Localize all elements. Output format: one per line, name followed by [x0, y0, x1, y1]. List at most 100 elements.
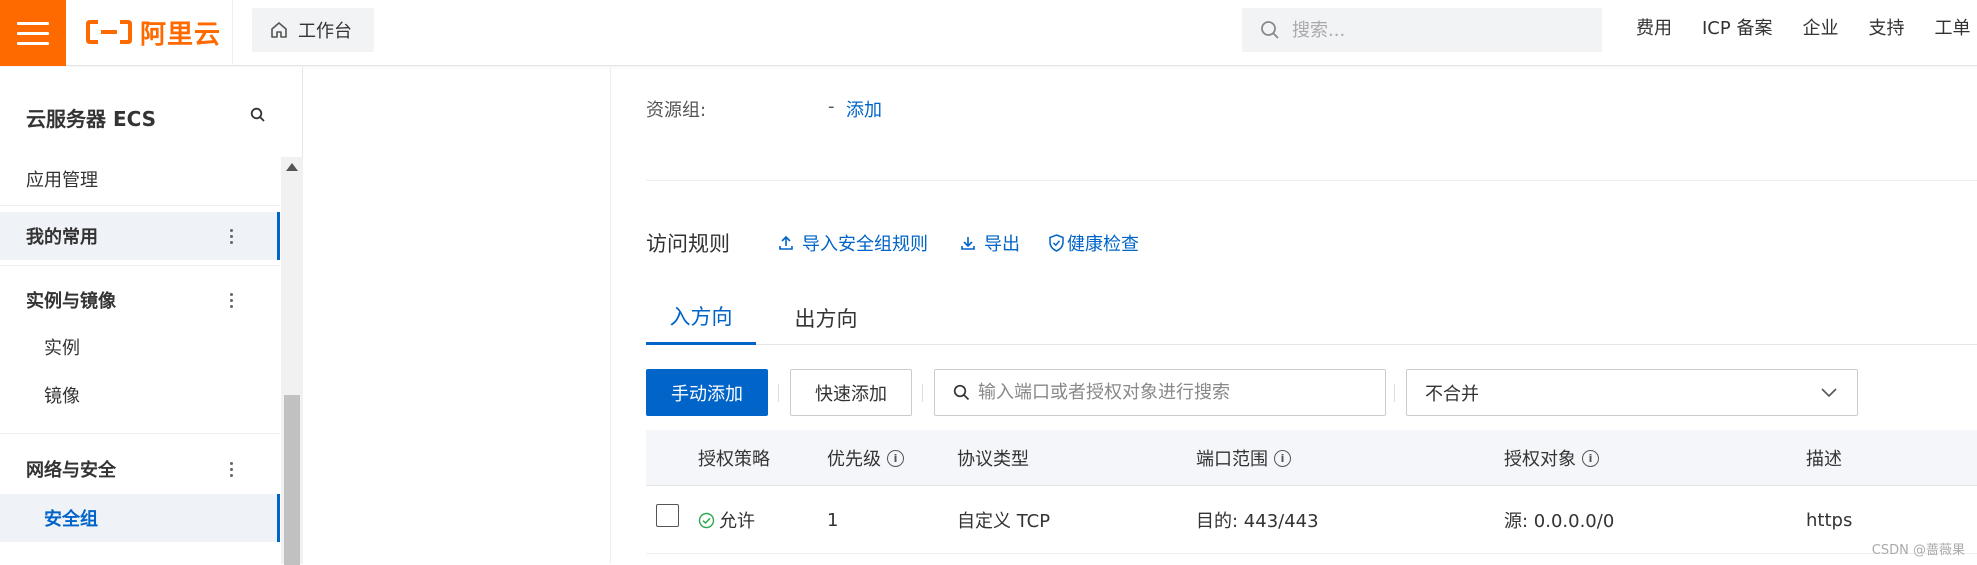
cell-protocol: 自定义 TCP [957, 486, 1050, 554]
nav-support[interactable]: 支持 [1868, 14, 1904, 40]
import-rules-label: 导入安全组规则 [802, 230, 928, 256]
divider [0, 265, 280, 266]
merge-select-value: 不合并 [1425, 380, 1479, 406]
nav-enterprise[interactable]: 企业 [1802, 14, 1838, 40]
nav-icp[interactable]: ICP 备案 [1702, 14, 1772, 40]
sidebar-group-label: 我的常用 [26, 223, 98, 249]
divider [1394, 384, 1395, 402]
divider [0, 205, 280, 206]
sidebar-item-favorites[interactable]: 我的常用 [0, 212, 280, 260]
sidebar-item-app-mgmt[interactable]: 应用管理 [0, 157, 280, 201]
sidebar-item-label: 安全组 [44, 505, 98, 531]
sidebar-item-security-group[interactable]: 安全组 [0, 494, 280, 542]
column-label: 描述 [1806, 445, 1842, 471]
menu-line-icon [17, 22, 49, 25]
rule-search-box[interactable] [934, 369, 1386, 416]
row-checkbox[interactable] [656, 504, 679, 527]
add-resource-group-link[interactable]: 添加 [846, 96, 882, 122]
tab-outbound[interactable]: 出方向 [776, 290, 876, 345]
direction-tabs: 入方向 出方向 [646, 290, 1977, 345]
manual-add-button[interactable]: 手动添加 [646, 369, 768, 416]
sidebar-menu: 应用管理 我的常用 实例与镜像 实例 镜像 网络与安全 安全组 [0, 157, 280, 564]
access-rules-title: 访问规则 [646, 228, 730, 258]
global-search[interactable] [1242, 8, 1602, 52]
column-header-protocol: 协议类型 [957, 430, 1029, 486]
rule-search-input[interactable] [978, 382, 1378, 403]
workbench-button[interactable]: 工作台 [252, 8, 374, 52]
divider [646, 180, 1977, 181]
cell-policy: 允许 [698, 486, 755, 554]
sidebar-scrollbar[interactable] [281, 157, 303, 564]
more-icon[interactable] [230, 229, 234, 244]
sidebar-search-icon[interactable] [250, 107, 266, 123]
cell-description: https [1806, 486, 1852, 554]
top-nav: 费用 ICP 备案 企业 支持 工单 [1636, 14, 1970, 40]
column-label: 授权对象 [1504, 445, 1576, 471]
logo-text: 阿里云 [140, 14, 221, 51]
sidebar: 云服务器 ECS 应用管理 我的常用 实例与镜像 实例 镜像 网络与安全 [0, 67, 303, 564]
column-header-port-range: 端口范围 i [1196, 430, 1291, 486]
sidebar-item-label: 镜像 [44, 382, 80, 408]
hamburger-menu-button[interactable] [0, 0, 66, 66]
export-link[interactable]: 导出 [960, 230, 1020, 256]
policy-value: 允许 [719, 507, 755, 533]
nav-fees[interactable]: 费用 [1636, 14, 1672, 40]
global-search-input[interactable] [1292, 20, 1572, 41]
health-check-label: 健康检查 [1067, 230, 1139, 256]
divider [610, 67, 611, 564]
sidebar-title: 云服务器 ECS [26, 103, 156, 132]
more-icon[interactable] [230, 293, 234, 308]
column-header-policy: 授权策略 [698, 430, 770, 486]
column-header-source: 授权对象 i [1504, 430, 1599, 486]
more-icon[interactable] [230, 462, 234, 477]
menu-line-icon [17, 42, 49, 45]
resource-group-value: - [828, 96, 835, 117]
import-rules-link[interactable]: 导入安全组规则 [778, 230, 928, 256]
check-circle-icon [698, 512, 715, 529]
info-icon[interactable]: i [1582, 450, 1599, 467]
divider [0, 433, 280, 434]
cell-priority: 1 [827, 486, 838, 554]
download-icon [960, 235, 976, 251]
search-icon [1260, 20, 1280, 40]
sidebar-item-images[interactable]: 镜像 [0, 373, 280, 417]
info-icon[interactable]: i [887, 450, 904, 467]
divider [778, 384, 779, 402]
sidebar-group-label: 实例与镜像 [26, 287, 116, 313]
menu-line-icon [17, 32, 49, 35]
upload-icon [778, 235, 794, 251]
health-check-link[interactable]: 健康检查 [1048, 230, 1139, 256]
column-label: 协议类型 [957, 445, 1029, 471]
aliyun-logo[interactable]: 阿里云 [86, 12, 221, 52]
cell-source: 源: 0.0.0.0/0 [1504, 486, 1614, 554]
resource-group-label: 资源组: [646, 96, 706, 122]
search-icon [953, 384, 970, 401]
sidebar-item-instances[interactable]: 实例 [0, 325, 280, 369]
tab-inbound[interactable]: 入方向 [646, 290, 756, 345]
home-icon [270, 21, 288, 39]
workbench-label: 工作台 [298, 17, 352, 43]
chevron-down-icon [1819, 382, 1839, 402]
sidebar-group-instances[interactable]: 实例与镜像 [0, 278, 280, 322]
column-label: 授权策略 [698, 445, 770, 471]
column-label: 端口范围 [1196, 445, 1268, 471]
active-indicator [277, 494, 280, 542]
watermark: CSDN @蔷薇果 [1872, 539, 1965, 558]
export-label: 导出 [984, 230, 1020, 256]
sidebar-item-label: 实例 [44, 334, 80, 360]
aliyun-logo-icon [86, 19, 132, 45]
info-icon[interactable]: i [1274, 450, 1291, 467]
sidebar-group-network[interactable]: 网络与安全 [0, 447, 280, 491]
divider [232, 0, 233, 66]
quick-add-button[interactable]: 快速添加 [790, 369, 912, 416]
divider [922, 384, 923, 402]
scroll-up-arrow-icon[interactable] [286, 163, 298, 171]
column-label: 优先级 [827, 445, 881, 471]
column-header-priority: 优先级 i [827, 430, 904, 486]
merge-select[interactable]: 不合并 [1406, 369, 1858, 416]
nav-tickets[interactable]: 工单 [1934, 14, 1970, 40]
sidebar-group-label: 网络与安全 [26, 456, 116, 482]
scrollbar-thumb[interactable] [284, 395, 300, 565]
sidebar-item-label: 应用管理 [26, 166, 98, 192]
table-row: 允许 1 自定义 TCP 目的: 443/443 源: 0.0.0.0/0 ht… [646, 486, 1977, 554]
